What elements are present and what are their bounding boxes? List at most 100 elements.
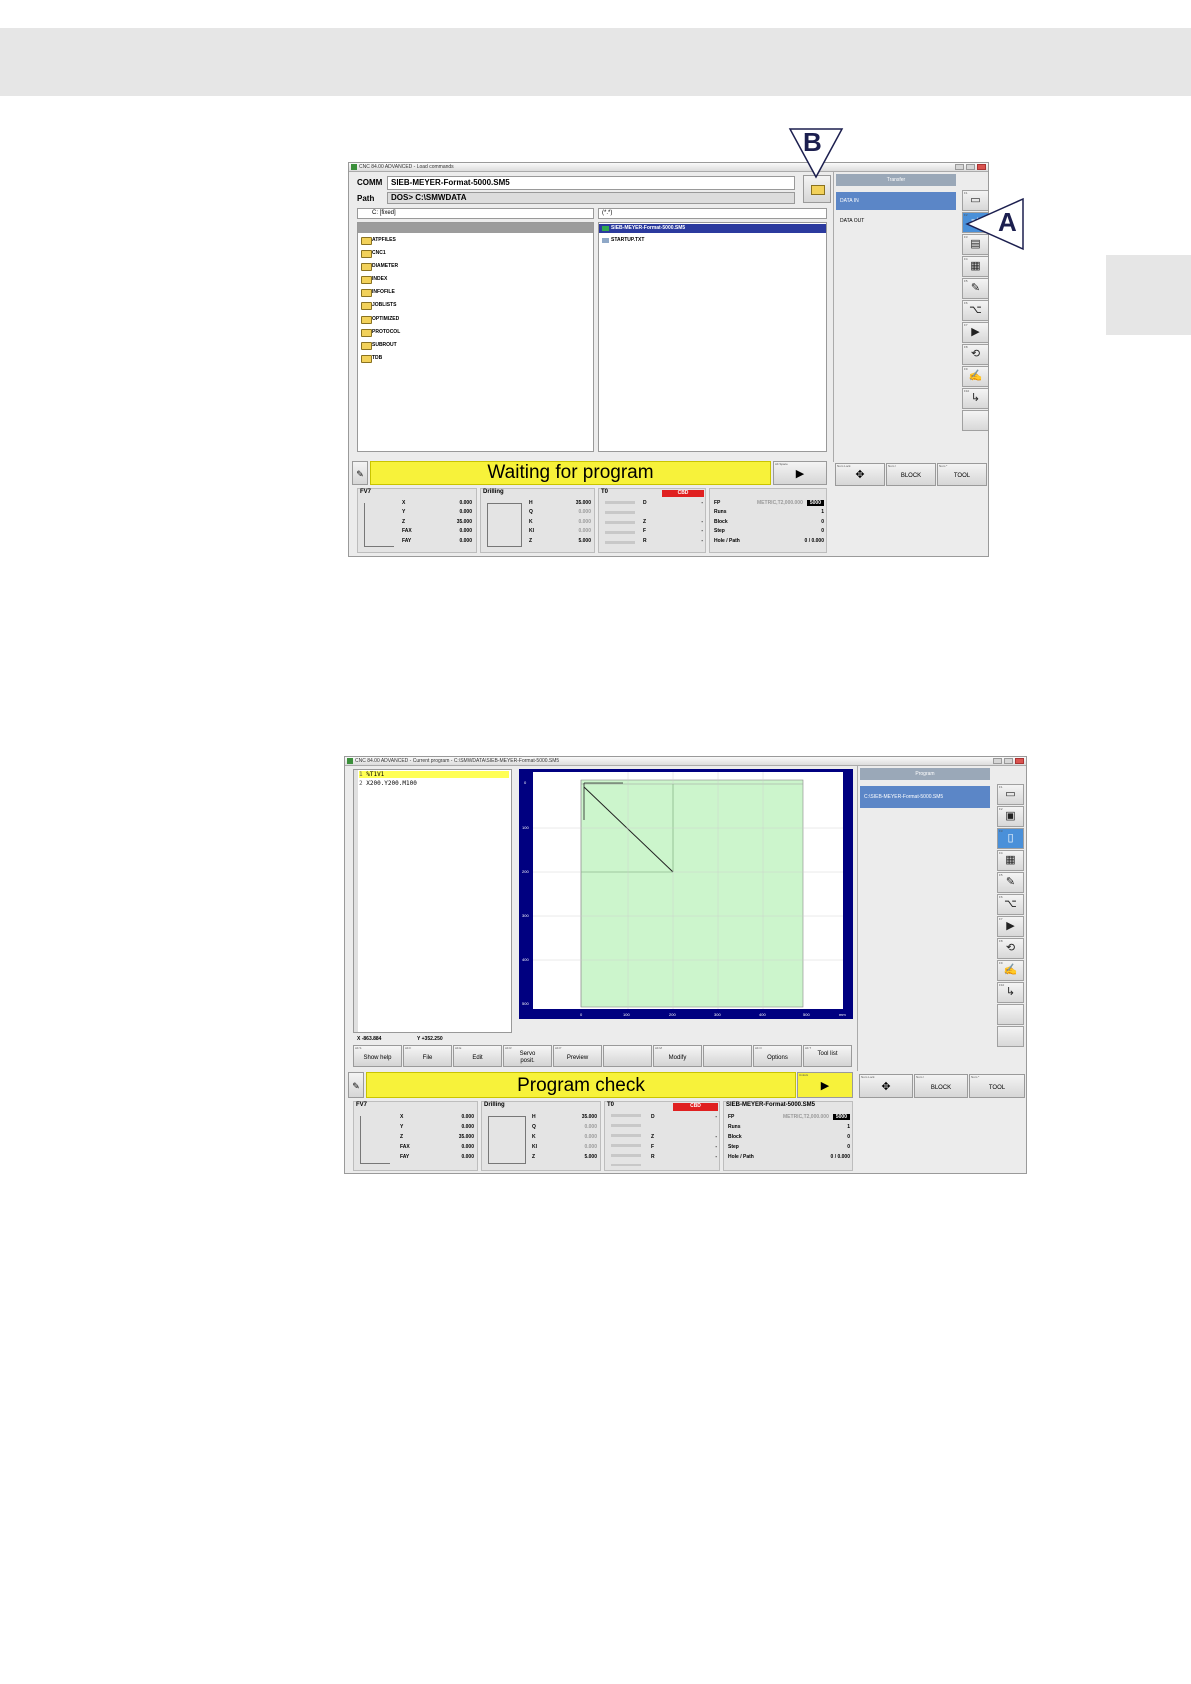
drill-tool-icon: ✎: [970, 282, 981, 294]
minimize-button[interactable]: [955, 164, 964, 170]
show-help-button[interactable]: Alt S Show help: [353, 1045, 402, 1067]
fkey-save[interactable]: F2 ▣: [997, 806, 1024, 827]
start-button[interactable]: Unlock ▶: [797, 1072, 853, 1098]
status-tool-icon-button[interactable]: ✎: [352, 461, 368, 485]
edit-button[interactable]: Alt E Edit: [453, 1045, 502, 1067]
servo-posit-button[interactable]: Alt R Servo posit.: [503, 1045, 552, 1067]
folder-item[interactable]: PROTOCOL: [361, 328, 400, 337]
hole-path-value: 0 / 0.000: [804, 538, 824, 544]
file-item[interactable]: STARTUP.TXT: [599, 236, 644, 245]
block-button[interactable]: Num / BLOCK: [886, 463, 936, 486]
fkey-program[interactable]: F3 ▯: [997, 828, 1024, 849]
options-button[interactable]: Alt O Options: [753, 1045, 802, 1067]
softkey-label: Preview: [566, 1055, 589, 1061]
folder-item[interactable]: ATPFILES: [361, 236, 396, 245]
empty-softkey[interactable]: [703, 1045, 752, 1067]
modify-button[interactable]: Alt M Modify: [653, 1045, 702, 1067]
minimize-button[interactable]: [993, 758, 1002, 764]
coord-y: Y +352.250: [417, 1036, 443, 1042]
axis-label: FAY: [400, 1154, 410, 1160]
folder-open-button[interactable]: [803, 175, 831, 203]
folder-item[interactable]: DIAMETER: [361, 262, 398, 271]
y-tick-label: 400: [522, 957, 529, 962]
program-editor[interactable]: 1 %T1V1 2 X200.Y200.M100: [353, 769, 512, 1033]
fkey-tool-change[interactable]: F6 ⌥: [962, 300, 988, 321]
block-button[interactable]: Num / BLOCK: [914, 1074, 968, 1098]
folder-item[interactable]: SUBROUT: [361, 341, 397, 350]
fkey-repeat[interactable]: F8 ⟲: [997, 938, 1024, 959]
tool-param-value: -: [715, 1114, 717, 1120]
move-button[interactable]: Num Lock ✥: [835, 463, 885, 486]
drill-tool-icon: ✎: [1005, 876, 1016, 888]
file-button[interactable]: Alt F File: [403, 1045, 452, 1067]
maximize-button[interactable]: [1004, 758, 1013, 764]
status-text: Program check: [517, 1075, 645, 1096]
fkey-drill-tool[interactable]: F5 ✎: [962, 278, 988, 299]
axis-label: X: [400, 1114, 404, 1120]
x-tick-label: mm: [839, 1012, 846, 1017]
fkey-empty[interactable]: [962, 410, 988, 431]
hole-path-label: Hole / Path: [714, 538, 740, 544]
data-out-item[interactable]: DATA OUT: [836, 217, 864, 226]
fkey-path[interactable]: F10 ↳: [997, 982, 1024, 1003]
path-icon: ↳: [1005, 986, 1016, 998]
close-button[interactable]: [977, 164, 986, 170]
empty-softkey[interactable]: [603, 1045, 652, 1067]
tool-change-icon: ⌥: [969, 304, 982, 316]
tool-button[interactable]: Num * TOOL: [969, 1074, 1025, 1098]
folder-item[interactable]: TDB: [361, 354, 382, 363]
data-in-item[interactable]: DATA IN: [836, 192, 956, 210]
tool-label: TOOL: [953, 473, 971, 479]
step-label: Step: [728, 1144, 739, 1150]
fkey-start[interactable]: F7 ▶: [962, 322, 988, 343]
fkey-empty[interactable]: [997, 1004, 1024, 1025]
tool-title: T0: [607, 1102, 615, 1108]
drill-param-value: 0.000: [578, 528, 591, 534]
move-button[interactable]: Num Lock ✥: [859, 1074, 913, 1098]
drive-select[interactable]: C: [fixed]: [357, 208, 594, 219]
parent-folder-row[interactable]: [358, 223, 593, 233]
axis-value: 0.000: [461, 1114, 474, 1120]
close-button[interactable]: [1015, 758, 1024, 764]
filter-select[interactable]: (*.*): [598, 208, 827, 219]
program-file-item[interactable]: C:\SIEB-MEYER-Format-5000.SM5: [860, 786, 990, 808]
start-button[interactable]: Alt Space ▶: [773, 461, 827, 485]
fkey-edit[interactable]: F9 ✍: [997, 960, 1024, 981]
preview-button[interactable]: Alt P Preview: [553, 1045, 602, 1067]
tool-param-value: -: [715, 1144, 717, 1150]
comm-field[interactable]: SIEB-MEYER-Format-5000.SM5: [387, 176, 795, 190]
fkey-repeat[interactable]: F8 ⟲: [962, 344, 988, 365]
axis-value: 0.000: [461, 1124, 474, 1130]
fkey-machine[interactable]: F4 ▦: [997, 850, 1024, 871]
program-line[interactable]: 2 X200.Y200.M100: [359, 780, 417, 787]
folder-item[interactable]: OPTIMIZED: [361, 315, 399, 324]
fp-format: METRIC,T2,000.000: [757, 500, 803, 506]
status-tool-icon-button[interactable]: ✎: [348, 1072, 364, 1098]
fkey-machine[interactable]: F4 ▦: [962, 256, 988, 277]
fkey-edit[interactable]: F9 ✍: [962, 366, 988, 387]
axis-value: 0.000: [459, 509, 472, 515]
tool-button[interactable]: Num * TOOL: [937, 463, 987, 486]
y-tick-label: 0: [524, 780, 527, 785]
folder-item[interactable]: INDEX: [361, 275, 387, 284]
folder-item[interactable]: JOBLISTS: [361, 301, 396, 310]
fkey-path[interactable]: F10 ↳: [962, 388, 988, 409]
maximize-button[interactable]: [966, 164, 975, 170]
program-line-text: %T1V1: [366, 771, 385, 778]
chapter-tab: [1106, 255, 1191, 335]
tool-param-label: Z: [651, 1134, 655, 1140]
fkey-monitor[interactable]: F1 ▭: [997, 784, 1024, 805]
file-item-selected[interactable]: SIEB-MEYER-Format-5000.SM5: [599, 224, 826, 233]
play-icon: ▶: [820, 1080, 830, 1092]
program-line[interactable]: 1 %T1V1: [359, 771, 509, 778]
fkey-start[interactable]: F7 ▶: [997, 916, 1024, 937]
folder-item[interactable]: INFOFILE: [361, 288, 395, 297]
fkey-tool-change[interactable]: F6 ⌥: [997, 894, 1024, 915]
tool-list-button[interactable]: Alt T Tool list: [803, 1045, 852, 1067]
tool-param-label: F: [643, 528, 647, 534]
folder-item[interactable]: CNC1: [361, 249, 386, 258]
fkey-empty[interactable]: [997, 1026, 1024, 1047]
drilling-info-box: Drilling H 35.000 Q 0.000 K 0.000 KI 0.000 Z…: [481, 1101, 601, 1171]
fkey-drill-tool[interactable]: F5 ✎: [997, 872, 1024, 893]
program-panel: Program C:\SIEB-MEYER-Format-5000.SM5 F1…: [857, 766, 1026, 1071]
